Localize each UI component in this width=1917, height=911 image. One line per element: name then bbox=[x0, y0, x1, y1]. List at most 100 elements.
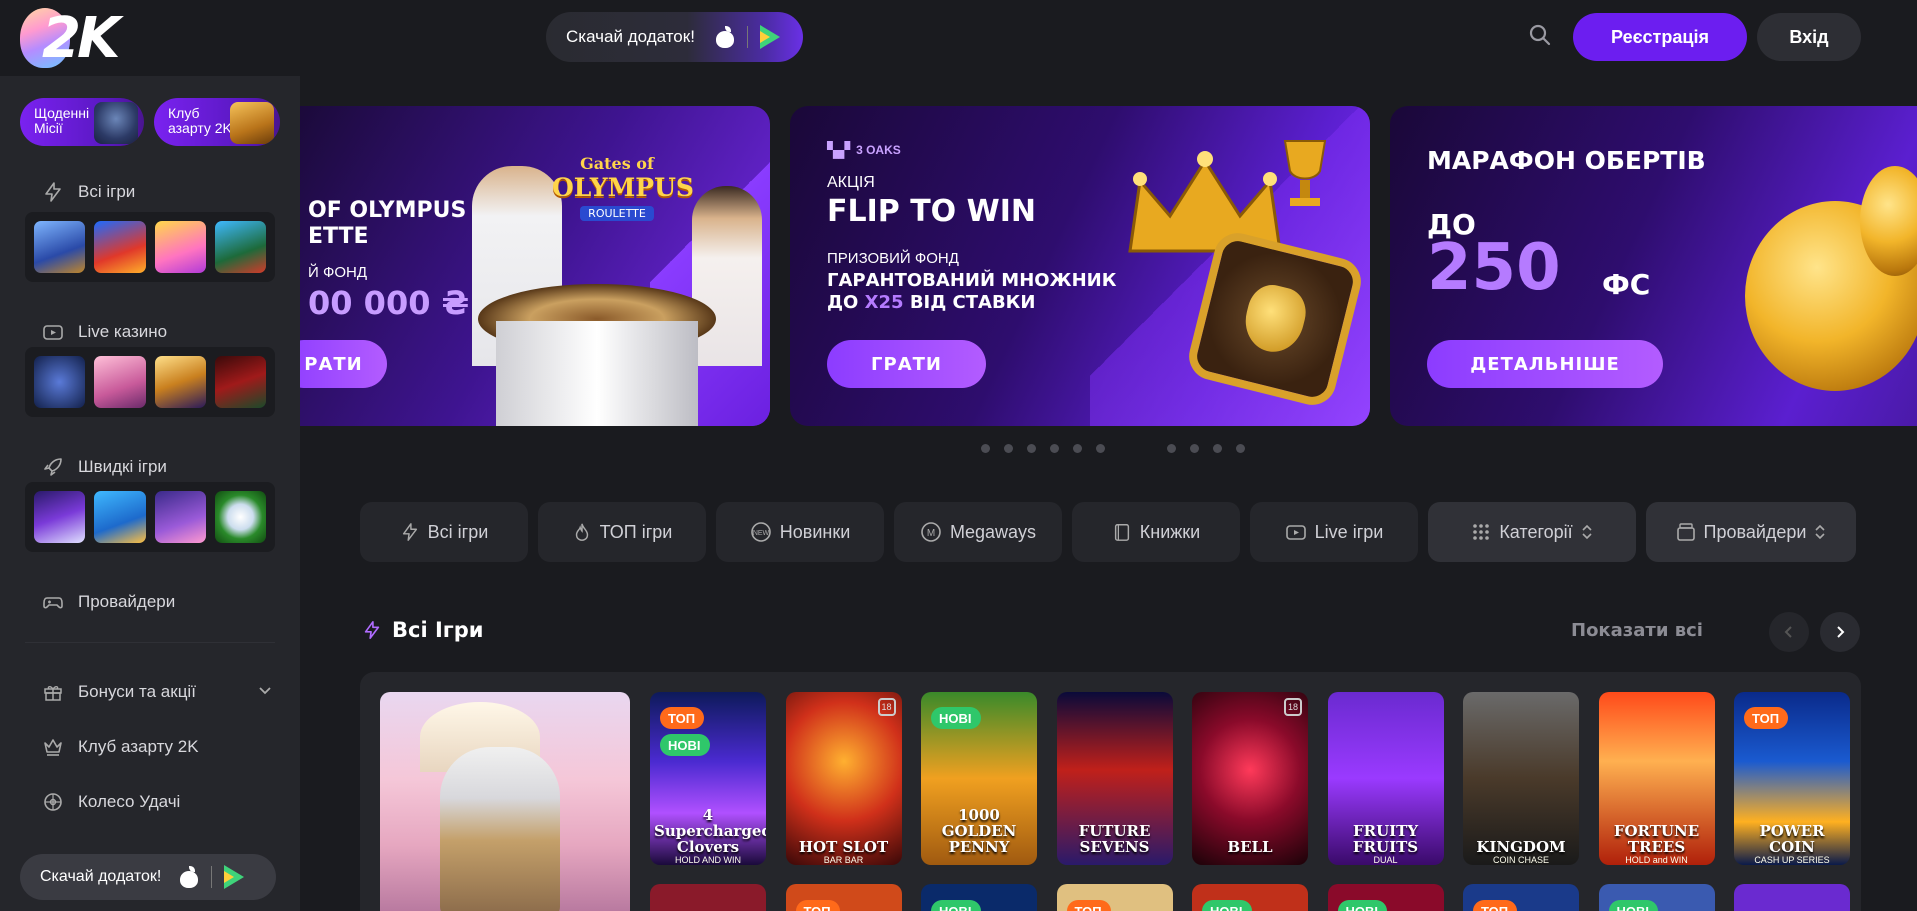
sidebar-item-all-games[interactable]: Всі ігри bbox=[42, 177, 135, 207]
game-card[interactable]: FUTURE SEVENS bbox=[1056, 692, 1173, 865]
tab-books[interactable]: Книжки bbox=[1072, 502, 1240, 562]
prev-arrow-button[interactable] bbox=[1769, 612, 1809, 652]
tab-label: Megaways bbox=[949, 521, 1037, 542]
top-badge: ТОП bbox=[1473, 900, 1518, 911]
game-thumb[interactable] bbox=[214, 491, 266, 543]
sidebar-item-club-2k[interactable]: Клуб азарту 2K bbox=[42, 732, 199, 762]
game-card[interactable]: ТОП bbox=[785, 884, 902, 911]
categories-dropdown[interactable]: Категорії bbox=[1428, 502, 1636, 562]
lightning-icon bbox=[364, 621, 380, 639]
carousel-dot[interactable] bbox=[1096, 444, 1105, 453]
tv-icon bbox=[43, 325, 63, 340]
providers-dropdown[interactable]: Провайдери bbox=[1646, 502, 1856, 562]
game-card[interactable]: 18 BELL bbox=[1192, 692, 1308, 865]
game-thumb[interactable] bbox=[34, 356, 86, 408]
banner-subtitle-2: ДО X25 ВІД СТАВКИ bbox=[827, 292, 1035, 313]
banner-amount: 250 bbox=[1427, 231, 1561, 305]
game-thumb[interactable] bbox=[214, 356, 266, 408]
carousel-dot[interactable] bbox=[981, 444, 990, 453]
sidebar-item-providers[interactable]: Провайдери bbox=[42, 587, 175, 617]
promo-banner-olympus-roulette[interactable]: OF OLYMPUS ETTE Й ФОНД 00 000 ₴ РАТИ Gat… bbox=[300, 106, 770, 426]
carousel-dot[interactable] bbox=[1190, 444, 1199, 453]
tab-live-games[interactable]: Live ігри bbox=[1250, 502, 1418, 562]
register-button[interactable]: Реєстрація bbox=[1573, 13, 1747, 61]
game-thumb[interactable] bbox=[34, 221, 86, 273]
tab-all-games[interactable]: Всі ігри bbox=[360, 502, 528, 562]
game-card[interactable] bbox=[1734, 884, 1850, 911]
google-play-icon bbox=[224, 865, 245, 889]
game-card[interactable]: ТОП bbox=[1056, 884, 1173, 911]
age-rating-icon: 18 bbox=[877, 698, 896, 716]
sidebar-download-app-button[interactable]: Скачай додаток! bbox=[20, 854, 276, 900]
game-card[interactable]: НОВІ 1000 GOLDEN PENNY bbox=[921, 692, 1037, 865]
promo-banner-spin-marathon[interactable]: МАРАФОН ОБЕРТІВ ДО 250 ФС ДЕТАЛЬНІШЕ bbox=[1390, 106, 1917, 426]
sidebar-item-fast-games[interactable]: Швидкі ігри bbox=[42, 452, 167, 482]
provider-mark: ▚▞ bbox=[827, 141, 851, 159]
login-button[interactable]: Вхід bbox=[1757, 13, 1861, 61]
provider-logo: ▚▞ 3 OAKS bbox=[827, 141, 901, 159]
trophy-icon bbox=[1283, 140, 1327, 206]
logo[interactable]: 2K bbox=[20, 6, 130, 71]
game-title: BELL bbox=[1227, 838, 1273, 856]
top-badge: ТОП bbox=[795, 900, 840, 911]
game-card[interactable]: FRUITY FRUITS DUAL bbox=[1327, 692, 1444, 865]
game-card[interactable]: KINGDOM COIN CHASE bbox=[1463, 692, 1579, 865]
header: 2K Скачай додаток! Реєстрація Вхід bbox=[0, 0, 1917, 76]
game-thumb[interactable] bbox=[214, 221, 266, 273]
tab-megaways[interactable]: M Megaways bbox=[894, 502, 1062, 562]
tab-label: Книжки bbox=[1139, 521, 1201, 542]
game-card[interactable]: НОВІ bbox=[1598, 884, 1715, 911]
carousel-dot[interactable] bbox=[1073, 444, 1082, 453]
game-thumb[interactable] bbox=[154, 356, 206, 408]
tab-label: Live ігри bbox=[1314, 521, 1384, 542]
chevron-down-icon[interactable] bbox=[258, 686, 272, 696]
download-app-button[interactable]: Скачай додаток! bbox=[546, 12, 803, 62]
promo-banner-flip-to-win[interactable]: ▚▞ 3 OAKS АКЦІЯ FLIP TO WIN ПРИЗОВИЙ ФОН… bbox=[790, 106, 1370, 426]
game-thumb[interactable] bbox=[94, 221, 146, 273]
game-card[interactable]: ТОП POWER COIN CASH UP SERIES bbox=[1734, 692, 1850, 865]
banner-play-button[interactable]: РАТИ bbox=[300, 340, 387, 388]
game-subtitle: DUAL bbox=[1373, 855, 1398, 865]
tab-new[interactable]: NEW Новинки bbox=[716, 502, 884, 562]
featured-game-tile[interactable] bbox=[380, 692, 630, 911]
game-card[interactable]: НОВІ bbox=[1192, 884, 1308, 911]
lightning-icon bbox=[45, 182, 61, 202]
game-thumb[interactable] bbox=[94, 356, 146, 408]
sidebar-item-wheel-of-fortune[interactable]: Колесо Удачі bbox=[42, 787, 180, 817]
carousel-dot[interactable] bbox=[1050, 444, 1059, 453]
show-all-link[interactable]: Показати всі bbox=[1571, 620, 1703, 641]
game-subtitle: CASH UP SERIES bbox=[1754, 855, 1830, 865]
game-card[interactable]: НОВІ bbox=[921, 884, 1037, 911]
wheel-icon bbox=[44, 793, 62, 811]
game-thumb[interactable] bbox=[94, 491, 146, 543]
game-card[interactable]: НОВІ bbox=[1327, 884, 1444, 911]
carousel-dot[interactable] bbox=[1236, 444, 1245, 453]
carousel-dot[interactable] bbox=[1027, 444, 1036, 453]
all-games-strip bbox=[25, 212, 275, 282]
sidebar-item-live-casino[interactable]: Live казино bbox=[42, 317, 167, 347]
sidebar-item-label: Live казино bbox=[78, 322, 168, 341]
game-thumb[interactable] bbox=[154, 221, 206, 273]
search-icon[interactable] bbox=[1529, 24, 1551, 46]
carousel-dot[interactable] bbox=[1167, 444, 1176, 453]
sidebar-item-bonuses[interactable]: Бонуси та акції bbox=[42, 677, 272, 707]
carousel-dot[interactable] bbox=[1004, 444, 1013, 453]
banner-play-button[interactable]: ГРАТИ bbox=[827, 340, 986, 388]
daily-missions-chip[interactable]: Щоденні Місії bbox=[20, 98, 144, 146]
game-card[interactable]: ТОП НОВІ 4 Supercharged Clovers HOLD AND WI… bbox=[650, 692, 766, 865]
game-card[interactable]: ТОП bbox=[1463, 884, 1579, 911]
game-thumb[interactable] bbox=[154, 491, 206, 543]
carousel-dot-active[interactable] bbox=[1119, 444, 1153, 453]
next-arrow-button[interactable] bbox=[1820, 612, 1860, 652]
carousel-dot[interactable] bbox=[1213, 444, 1222, 453]
game-card[interactable]: 18 HOT SLOT BAR BAR bbox=[785, 692, 902, 865]
new-badge: НОВІ bbox=[1337, 900, 1387, 911]
tab-top-games[interactable]: ТОП ігри bbox=[538, 502, 706, 562]
banner-details-button[interactable]: ДЕТАЛЬНІШЕ bbox=[1427, 340, 1663, 388]
new-badge: НОВІ bbox=[1608, 900, 1658, 911]
sort-chevrons-icon bbox=[1582, 524, 1592, 540]
game-card[interactable]: FORTUNE TREES HOLD and WIN bbox=[1598, 692, 1715, 865]
game-card[interactable] bbox=[650, 884, 766, 911]
club-2k-chip[interactable]: Клуб азарту 2K bbox=[154, 98, 280, 146]
game-thumb[interactable] bbox=[34, 491, 86, 543]
